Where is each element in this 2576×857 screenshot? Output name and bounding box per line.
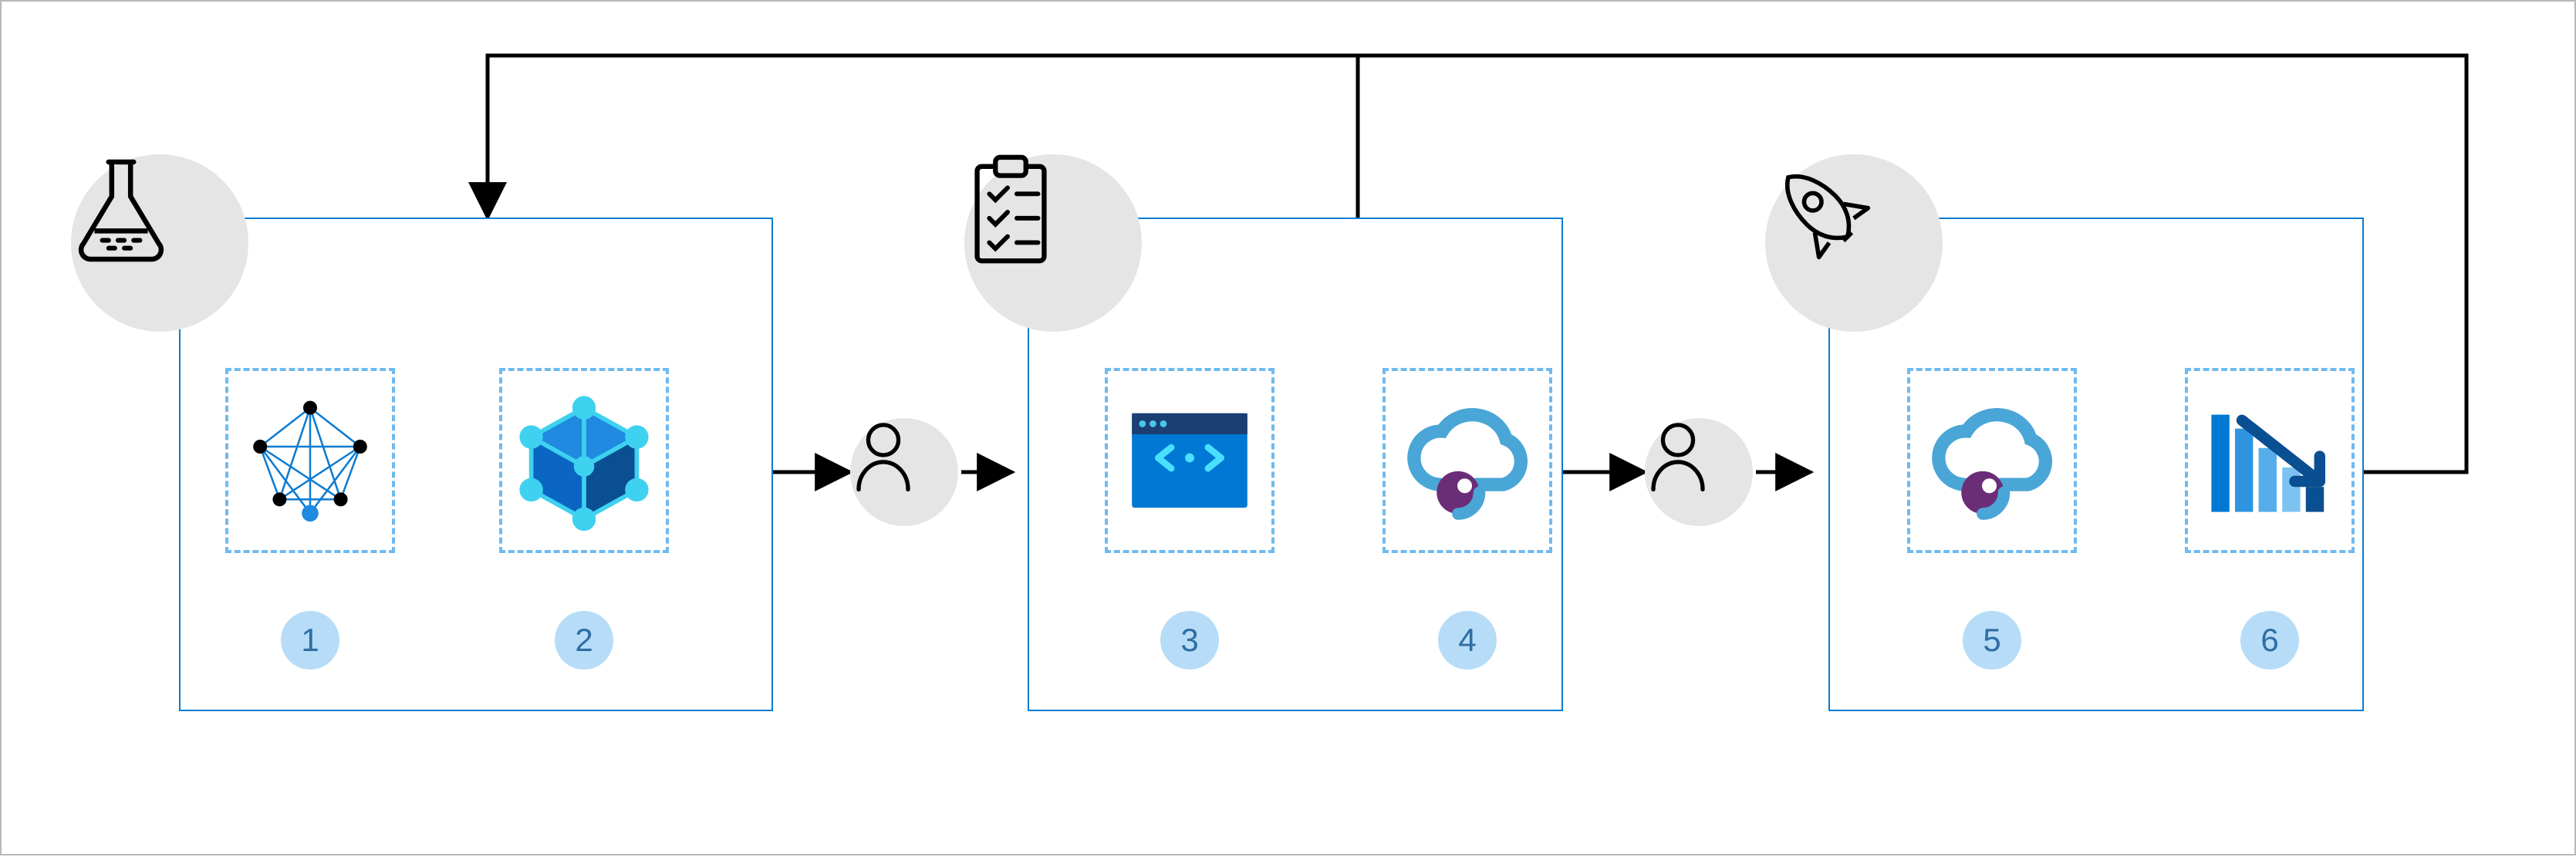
architecture-diagram: 1 2 — [0, 0, 2576, 855]
step-3-badge: 3 — [1160, 611, 1219, 670]
stage-experiment-badge — [71, 154, 248, 332]
stage-evaluate-badge — [964, 154, 1142, 332]
neural-network-icon — [225, 368, 395, 553]
step-1-badge: 1 — [281, 611, 339, 670]
step-4-badge: 4 — [1438, 611, 1497, 670]
step-3-number: 3 — [1180, 622, 1198, 659]
cloud-point-icon-1 — [1383, 368, 1552, 553]
step-2-badge: 2 — [555, 611, 613, 670]
gate-1-person — [850, 418, 958, 526]
step-6-number: 6 — [2260, 622, 2278, 659]
stage-deploy-badge — [1765, 154, 1943, 332]
code-window-icon — [1105, 368, 1274, 553]
step-1-number: 1 — [301, 622, 319, 659]
step-5-badge: 5 — [1963, 611, 2021, 670]
cube-model-icon — [499, 368, 669, 553]
cloud-point-icon-2 — [1907, 368, 2077, 553]
gate-2-person — [1645, 418, 1753, 526]
step-2-number: 2 — [575, 622, 593, 659]
step-4-number: 4 — [1458, 622, 1476, 659]
bar-chart-decline-icon — [2185, 368, 2355, 553]
step-5-number: 5 — [1983, 622, 2000, 659]
step-6-badge: 6 — [2240, 611, 2299, 670]
